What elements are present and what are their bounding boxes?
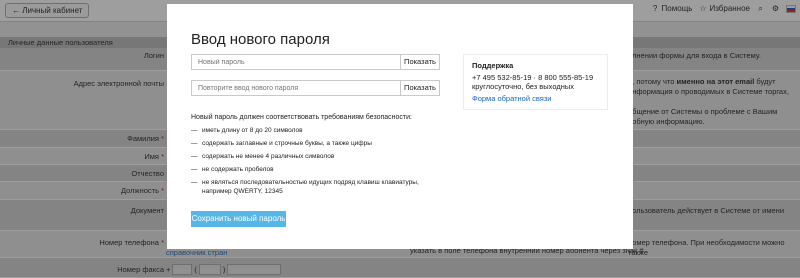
dash: — [191,166,198,173]
requirement-item: — содержать заглавные и строчные буквы, а… [191,139,441,148]
requirement-text: не содержать пробелов [202,166,274,173]
show-repeat-password-button[interactable]: Показать [400,80,440,96]
dash: — [191,153,198,160]
new-password-row: Показать [191,54,440,70]
dialog-title: Ввод нового пароля [191,31,330,48]
requirements-title: Новый пароль должен соответствовать треб… [191,114,412,121]
new-password-input[interactable] [191,54,400,70]
support-phones: +7 495 532-85-19 · 8 800 555-85-19 [472,73,594,82]
repeat-password-input[interactable] [191,80,400,96]
new-password-dialog: Ввод нового пароля Показать Показать Нов… [167,4,633,249]
support-title: Поддержка [472,61,514,70]
requirement-item: — не содержать пробелов [191,165,441,174]
requirements-list: — иметь длину от 8 до 20 символов — содерж… [191,126,441,200]
requirement-text: содержать не менее 4 различных символов [202,153,335,160]
dash: — [191,140,198,147]
feedback-form-link[interactable]: Форма обратной связи [472,94,599,103]
repeat-password-row: Показать [191,80,440,96]
requirement-item: — иметь длину от 8 до 20 символов [191,126,441,135]
requirement-item: — не являться последовательностью идущих … [191,178,441,196]
dash: — [191,179,198,186]
requirement-text: не являться последовательностью идущих п… [202,179,419,195]
requirement-item: — содержать не менее 4 различных символов [191,152,441,161]
dash: — [191,127,198,134]
requirement-text: иметь длину от 8 до 20 символов [202,127,303,134]
save-new-password-button[interactable]: Сохранить новый пароль [191,211,286,227]
support-hours: круглосуточно, без выходных [472,82,575,91]
show-new-password-button[interactable]: Показать [400,54,440,70]
support-panel: Поддержка +7 495 532-85-19 · 8 800 555-8… [463,54,608,110]
requirement-text: содержать заглавные и строчные буквы, а … [202,140,372,147]
